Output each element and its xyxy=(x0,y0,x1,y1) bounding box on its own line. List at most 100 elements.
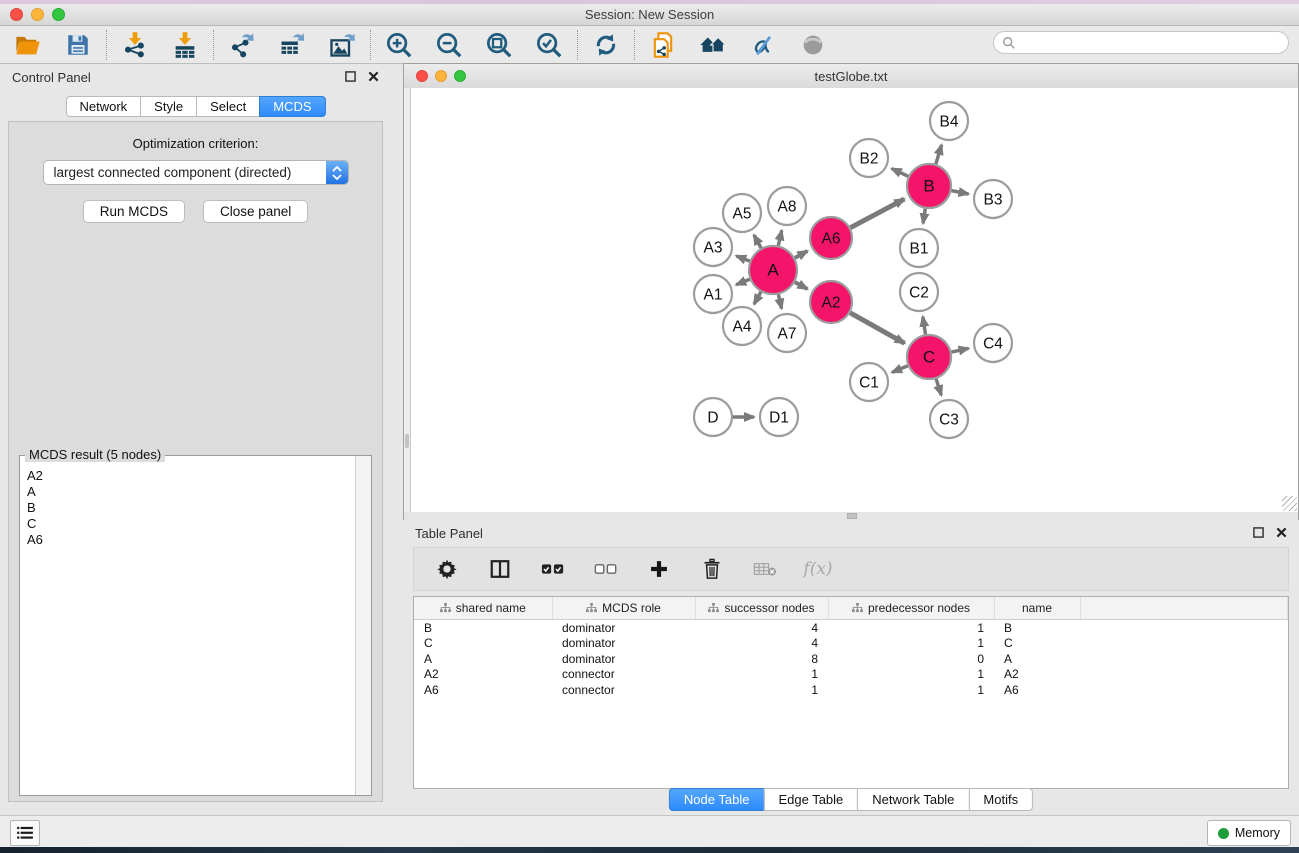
graph-edge-A-A3[interactable] xyxy=(736,256,749,261)
table-cell[interactable]: C xyxy=(414,636,552,652)
graph-edge-B-B1[interactable] xyxy=(923,209,925,224)
network-graph[interactable]: AA1A2A3A4A5A6A7A8BB1B2B3B4CC1C2C3C4DD1 xyxy=(411,88,1299,513)
mcds-result-item[interactable]: A6 xyxy=(27,532,355,548)
graph-edge-A-A7[interactable] xyxy=(778,294,781,308)
add-column-icon[interactable] xyxy=(646,556,672,582)
graph-node-A2[interactable]: A2 xyxy=(810,281,852,323)
export-network-icon[interactable] xyxy=(227,30,257,60)
table-cell[interactable]: B xyxy=(414,620,552,636)
window-resize-grip[interactable] xyxy=(1282,496,1297,511)
table-cell[interactable]: 4 xyxy=(695,620,828,636)
memory-button[interactable]: Memory xyxy=(1207,820,1291,846)
close-panel-button[interactable]: Close panel xyxy=(203,200,308,223)
graph-node-A1[interactable]: A1 xyxy=(694,275,732,313)
graph-edge-C-C2[interactable] xyxy=(923,317,926,335)
graph-node-C3[interactable]: C3 xyxy=(930,400,968,438)
graph-node-C[interactable]: C xyxy=(907,335,951,379)
tab-network-table[interactable]: Network Table xyxy=(857,788,969,811)
show-column-panel-icon[interactable] xyxy=(487,556,513,582)
network-horizontal-scrollbar[interactable] xyxy=(404,512,1298,520)
table-cell[interactable]: 8 xyxy=(695,651,828,667)
refresh-layout-icon[interactable] xyxy=(591,30,621,60)
table-cell[interactable]: dominator xyxy=(552,620,695,636)
table-cell[interactable]: 1 xyxy=(828,667,994,683)
graph-node-A8[interactable]: A8 xyxy=(768,187,806,225)
graph-node-B[interactable]: B xyxy=(907,164,951,208)
graph-node-D[interactable]: D xyxy=(694,398,732,436)
mcds-result-scrollbar[interactable] xyxy=(355,456,371,795)
table-cell[interactable]: connector xyxy=(552,667,695,683)
column-header-predecessor-nodes[interactable]: predecessor nodes xyxy=(828,597,994,620)
table-cell[interactable]: A xyxy=(414,651,552,667)
graph-edge-B-B3[interactable] xyxy=(952,191,969,194)
export-table-icon[interactable] xyxy=(277,30,307,60)
tab-mcds[interactable]: MCDS xyxy=(259,96,325,117)
graph-node-B1[interactable]: B1 xyxy=(900,229,938,267)
task-history-button[interactable] xyxy=(10,820,40,846)
open-session-icon[interactable] xyxy=(13,30,43,60)
graph-edge-C-C4[interactable] xyxy=(952,348,969,352)
table-cell[interactable]: 0 xyxy=(828,651,994,667)
export-image-icon[interactable] xyxy=(327,30,357,60)
graph-node-A5[interactable]: A5 xyxy=(723,194,761,232)
table-settings-gear-icon[interactable] xyxy=(434,556,460,582)
graph-edge-A-A8[interactable] xyxy=(778,230,781,245)
column-header-mcds-role[interactable]: MCDS role xyxy=(552,597,695,620)
graph-edge-A-A4[interactable] xyxy=(754,292,761,304)
import-table-icon[interactable] xyxy=(170,30,200,60)
mcds-result-item[interactable]: A xyxy=(27,484,355,500)
graph-node-B4[interactable]: B4 xyxy=(930,102,968,140)
graph-edge-C-C1[interactable] xyxy=(892,366,908,373)
table-row[interactable]: Adominator80A xyxy=(414,651,1288,667)
deselect-all-icon[interactable] xyxy=(593,556,619,582)
graph-node-A7[interactable]: A7 xyxy=(768,314,806,352)
graph-edge-A6-B[interactable] xyxy=(850,199,904,228)
graph-node-A4[interactable]: A4 xyxy=(723,307,761,345)
table-cell[interactable]: 1 xyxy=(828,636,994,652)
graph-node-A6[interactable]: A6 xyxy=(810,217,852,259)
zoom-fit-icon[interactable] xyxy=(484,30,514,60)
hide-labels-icon[interactable] xyxy=(748,30,778,60)
copy-network-view-icon[interactable] xyxy=(648,30,678,60)
tab-select[interactable]: Select xyxy=(196,96,260,117)
graph-edge-B-B2[interactable] xyxy=(892,169,909,177)
zoom-in-icon[interactable] xyxy=(384,30,414,60)
table-cell[interactable] xyxy=(1080,620,1288,636)
table-cell[interactable]: A xyxy=(994,651,1080,667)
tab-motifs[interactable]: Motifs xyxy=(968,788,1033,811)
graph-edge-A-A2[interactable] xyxy=(795,282,808,289)
graph-edge-A-A6[interactable] xyxy=(795,251,808,258)
search-field[interactable] xyxy=(993,31,1289,54)
table-cell[interactable]: A2 xyxy=(414,667,552,683)
show-view-eye-icon[interactable] xyxy=(798,30,828,60)
close-panel-icon[interactable] xyxy=(1276,527,1287,538)
graph-edge-A2-C[interactable] xyxy=(850,313,904,344)
tab-node-table[interactable]: Node Table xyxy=(669,788,765,811)
table-cell[interactable] xyxy=(1080,636,1288,652)
table-cell[interactable]: B xyxy=(994,620,1080,636)
table-cell[interactable]: dominator xyxy=(552,651,695,667)
float-panel-icon[interactable] xyxy=(345,71,356,82)
graph-node-C2[interactable]: C2 xyxy=(900,273,938,311)
network-hscroll-thumb[interactable] xyxy=(847,513,857,519)
float-panel-icon[interactable] xyxy=(1253,527,1264,538)
graph-edge-A-A1[interactable] xyxy=(736,279,750,284)
network-vscroll-thumb[interactable] xyxy=(405,434,409,448)
delete-column-trash-icon[interactable] xyxy=(699,556,725,582)
table-cell[interactable] xyxy=(1080,651,1288,667)
zoom-selected-icon[interactable] xyxy=(534,30,564,60)
mcds-result-item[interactable]: B xyxy=(27,500,355,516)
table-cell[interactable] xyxy=(1080,667,1288,683)
table-row[interactable]: A6connector11A6 xyxy=(414,682,1288,698)
search-input[interactable] xyxy=(1016,35,1288,51)
graph-edge-B-B4[interactable] xyxy=(936,145,942,164)
graph-edge-A-A5[interactable] xyxy=(754,235,761,248)
criterion-select[interactable]: largest connected component (directed) xyxy=(43,160,349,185)
table-row[interactable]: A2connector11A2 xyxy=(414,667,1288,683)
network-canvas[interactable]: AA1A2A3A4A5A6A7A8BB1B2B3B4CC1C2C3C4DD1 xyxy=(410,88,1298,512)
table-row[interactable]: Cdominator41C xyxy=(414,636,1288,652)
table-cell[interactable]: 1 xyxy=(695,682,828,698)
run-mcds-button[interactable]: Run MCDS xyxy=(83,200,185,223)
tab-edge-table[interactable]: Edge Table xyxy=(763,788,858,811)
mcds-result-item[interactable]: A2 xyxy=(27,468,355,484)
